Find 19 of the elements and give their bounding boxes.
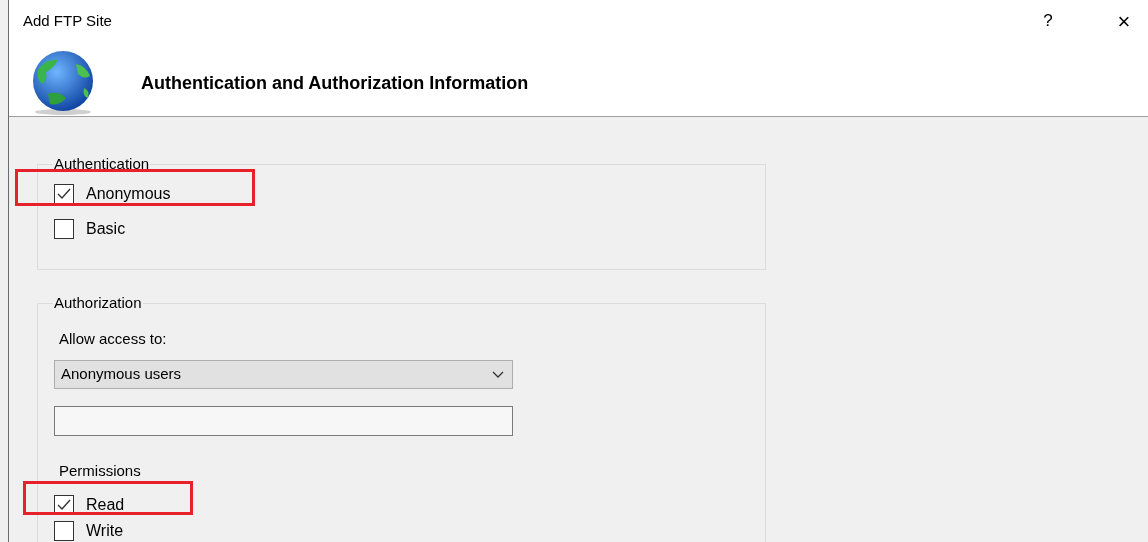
group-label: Authentication <box>53 154 151 174</box>
section-label: Permissions <box>59 461 141 481</box>
checkbox[interactable] <box>54 218 74 239</box>
chevron-down-icon <box>492 371 504 378</box>
checkbox-label[interactable]: Read <box>86 492 125 517</box>
field-label: Allow access to: <box>59 328 167 349</box>
checkbox-label[interactable]: Write <box>86 518 124 542</box>
close-button[interactable]: × <box>1104 4 1144 38</box>
access-dropdown[interactable]: Anonymous users <box>54 360 513 389</box>
page-heading: Authentication and Authorization Information <box>141 71 529 95</box>
checkbox[interactable] <box>54 520 74 541</box>
checkbox-label[interactable]: Basic <box>86 216 126 241</box>
checkbox[interactable] <box>54 183 74 204</box>
window-title: Add FTP Site <box>23 10 112 31</box>
checkbox-label[interactable]: Anonymous <box>86 181 171 206</box>
user-input-field[interactable] <box>54 406 513 436</box>
group-label: Authorization <box>53 293 143 313</box>
checkbox[interactable] <box>54 494 74 515</box>
help-button[interactable]: ? <box>1028 8 1068 34</box>
